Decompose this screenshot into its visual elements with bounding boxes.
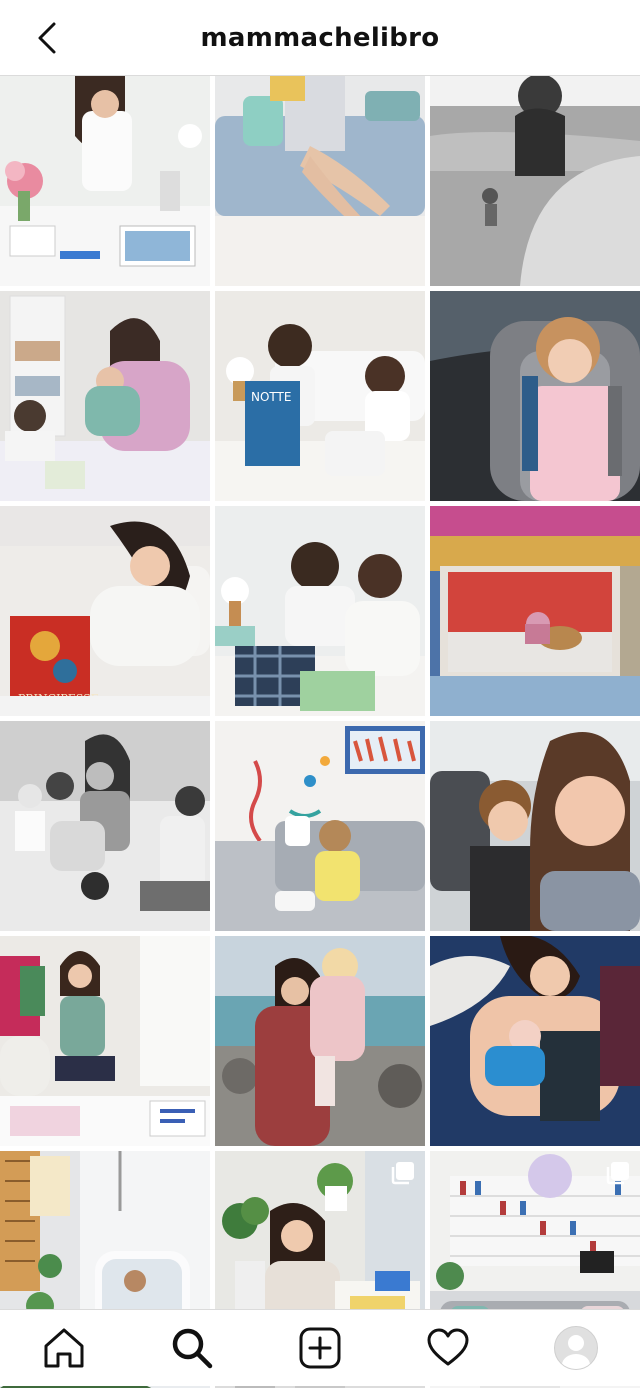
- post-thumbnail-image: [0, 291, 210, 501]
- post-painting-floor[interactable]: [0, 936, 210, 1146]
- post-dog-window-frame[interactable]: [430, 506, 640, 716]
- post-thumbnail-image: NOTTE: [215, 291, 425, 501]
- post-bed-family[interactable]: [0, 291, 210, 501]
- post-thumbnail-image: [215, 76, 425, 286]
- post-painting-desk[interactable]: [0, 76, 210, 286]
- post-sofa-reading[interactable]: [215, 76, 425, 286]
- post-newborn[interactable]: [430, 936, 640, 1146]
- heart-icon: [427, 1328, 469, 1366]
- post-thumbnail-image: [430, 291, 640, 501]
- post-seaside-hug[interactable]: [215, 936, 425, 1146]
- nav-search[interactable]: [160, 1316, 224, 1380]
- post-thumbnail-image: [430, 76, 640, 286]
- post-thumbnail-image: [0, 76, 210, 286]
- post-thumbnail-image: [215, 936, 425, 1146]
- post-mom-red-book[interactable]: PRINCIPESSE: [0, 506, 210, 716]
- home-icon: [44, 1328, 84, 1368]
- nav-new-post[interactable]: [288, 1316, 352, 1380]
- post-car-seat[interactable]: [430, 291, 640, 501]
- post-thumbnail-image: [0, 721, 210, 931]
- post-thumbnail-image: PRINCIPESSE: [0, 506, 210, 716]
- nav-home[interactable]: [32, 1316, 96, 1380]
- post-thumbnail-image: [215, 721, 425, 931]
- svg-text:NOTTE: NOTTE: [251, 390, 291, 404]
- post-child-wall-art[interactable]: [215, 721, 425, 931]
- post-thumbnail-image: [430, 506, 640, 716]
- profile-username-title: mammachelibro: [200, 23, 440, 53]
- post-thumbnail-image: [215, 506, 425, 716]
- carousel-icon: [391, 1161, 415, 1185]
- post-car-selfie[interactable]: [430, 721, 640, 931]
- post-kids-pajamas[interactable]: [215, 506, 425, 716]
- post-beach-bw[interactable]: [430, 76, 640, 286]
- top-bar: mammachelibro: [0, 0, 640, 76]
- nav-profile[interactable]: [544, 1316, 608, 1380]
- carousel-icon: [606, 1161, 630, 1185]
- nav-activity[interactable]: [416, 1316, 480, 1380]
- post-kids-book-bed[interactable]: NOTTE: [215, 291, 425, 501]
- post-thumbnail-image: [0, 936, 210, 1146]
- profile-avatar-icon: [554, 1326, 598, 1370]
- post-thumbnail-image: [430, 721, 640, 931]
- post-bed-bw[interactable]: [0, 721, 210, 931]
- add-post-icon: [299, 1327, 341, 1369]
- search-icon: [172, 1328, 213, 1369]
- post-grid: NOTTE PRINCIPESSE: [0, 76, 640, 1388]
- bottom-navigation: [0, 1309, 640, 1386]
- post-thumbnail-image: [430, 936, 640, 1146]
